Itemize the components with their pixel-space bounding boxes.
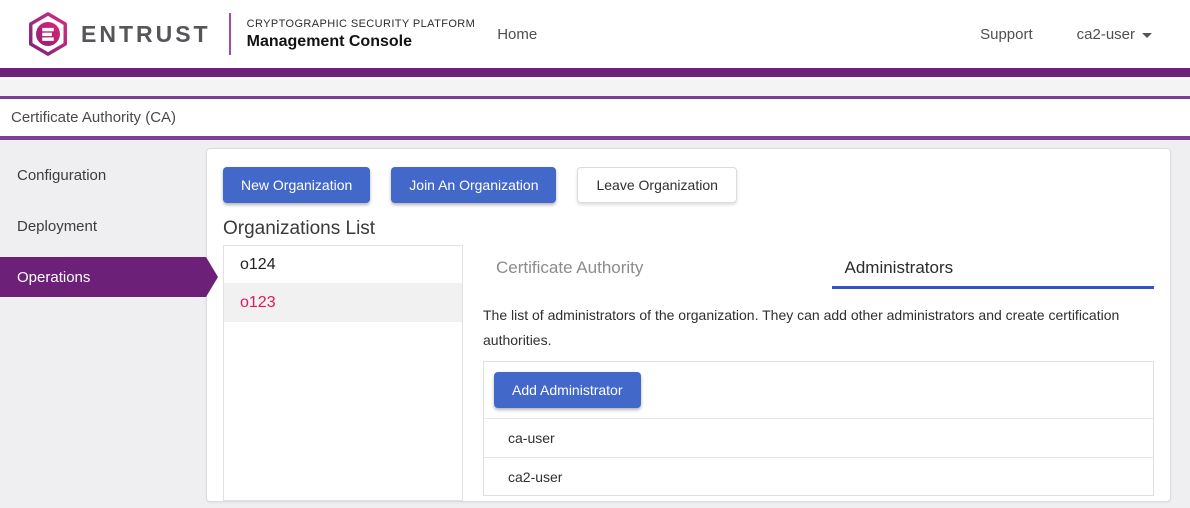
organization-name: o124 [240, 256, 276, 274]
breadcrumb: Certificate Authority (CA) [11, 109, 176, 126]
support-link[interactable]: Support [980, 26, 1033, 43]
purple-band-top [0, 68, 1190, 77]
sidebar: Configuration Deployment Operations [0, 140, 206, 303]
content-area: Configuration Deployment Operations New … [0, 140, 1190, 508]
administrators-panel-header: Add Administrator [484, 362, 1153, 419]
detail-tabs: Certificate Authority Administrators [483, 245, 1154, 289]
main-panel: New Organization Join An Organization Le… [206, 148, 1171, 502]
user-menu-label: ca2-user [1077, 26, 1135, 43]
platform-label: CRYPTOGRAPHIC SECURITY PLATFORM [247, 18, 476, 30]
tab-label: Certificate Authority [496, 258, 643, 278]
user-menu[interactable]: ca2-user [1077, 26, 1152, 43]
administrator-name: ca2-user [508, 469, 562, 485]
administrator-name: ca-user [508, 430, 555, 446]
new-organization-button[interactable]: New Organization [223, 167, 370, 203]
administrator-row-ca-user[interactable]: ca-user [484, 419, 1153, 457]
administrators-panel: Add Administrator ca-user ca2-user [483, 361, 1154, 496]
console-title: Management Console [247, 33, 476, 51]
organization-toolbar: New Organization Join An Organization Le… [223, 167, 1154, 203]
tab-administrators[interactable]: Administrators [832, 245, 1155, 289]
organization-item-o124[interactable]: o124 [224, 246, 462, 284]
brand-name: ENTRUST [81, 21, 211, 48]
breadcrumb-bar: Certificate Authority (CA) [0, 99, 1190, 136]
join-organization-button[interactable]: Join An Organization [391, 167, 556, 203]
organizations-list-title: Organizations List [223, 218, 1154, 240]
chevron-down-icon [1142, 33, 1152, 38]
leave-organization-button[interactable]: Leave Organization [577, 167, 736, 203]
product-title-block: CRYPTOGRAPHIC SECURITY PLATFORM Manageme… [247, 18, 476, 51]
tab-label: Administrators [845, 258, 954, 278]
nav-home-link[interactable]: Home [497, 26, 537, 43]
sidebar-item-label: Deployment [17, 218, 97, 235]
administrators-description: The list of administrators of the organi… [483, 303, 1154, 353]
organization-name: o123 [240, 294, 276, 312]
gray-strip [0, 77, 1190, 96]
sidebar-item-deployment[interactable]: Deployment [0, 201, 206, 252]
tab-certificate-authority[interactable]: Certificate Authority [483, 245, 806, 289]
organizations-list: o124 o123 [223, 245, 463, 501]
add-administrator-button[interactable]: Add Administrator [494, 372, 641, 408]
entrust-logo-icon [25, 11, 71, 57]
organization-detail: Certificate Authority Administrators The… [483, 245, 1154, 496]
sidebar-item-label: Operations [17, 269, 90, 286]
sidebar-item-operations[interactable]: Operations [0, 257, 206, 297]
sidebar-item-label: Configuration [17, 167, 106, 184]
sidebar-item-configuration[interactable]: Configuration [0, 150, 206, 201]
organization-item-o123[interactable]: o123 [224, 284, 462, 322]
header-divider [229, 13, 231, 55]
administrator-row-ca2-user[interactable]: ca2-user [484, 457, 1153, 495]
organization-panes: o124 o123 Certificate Authority Administ… [223, 245, 1154, 501]
app-header: ENTRUST CRYPTOGRAPHIC SECURITY PLATFORM … [0, 0, 1190, 68]
